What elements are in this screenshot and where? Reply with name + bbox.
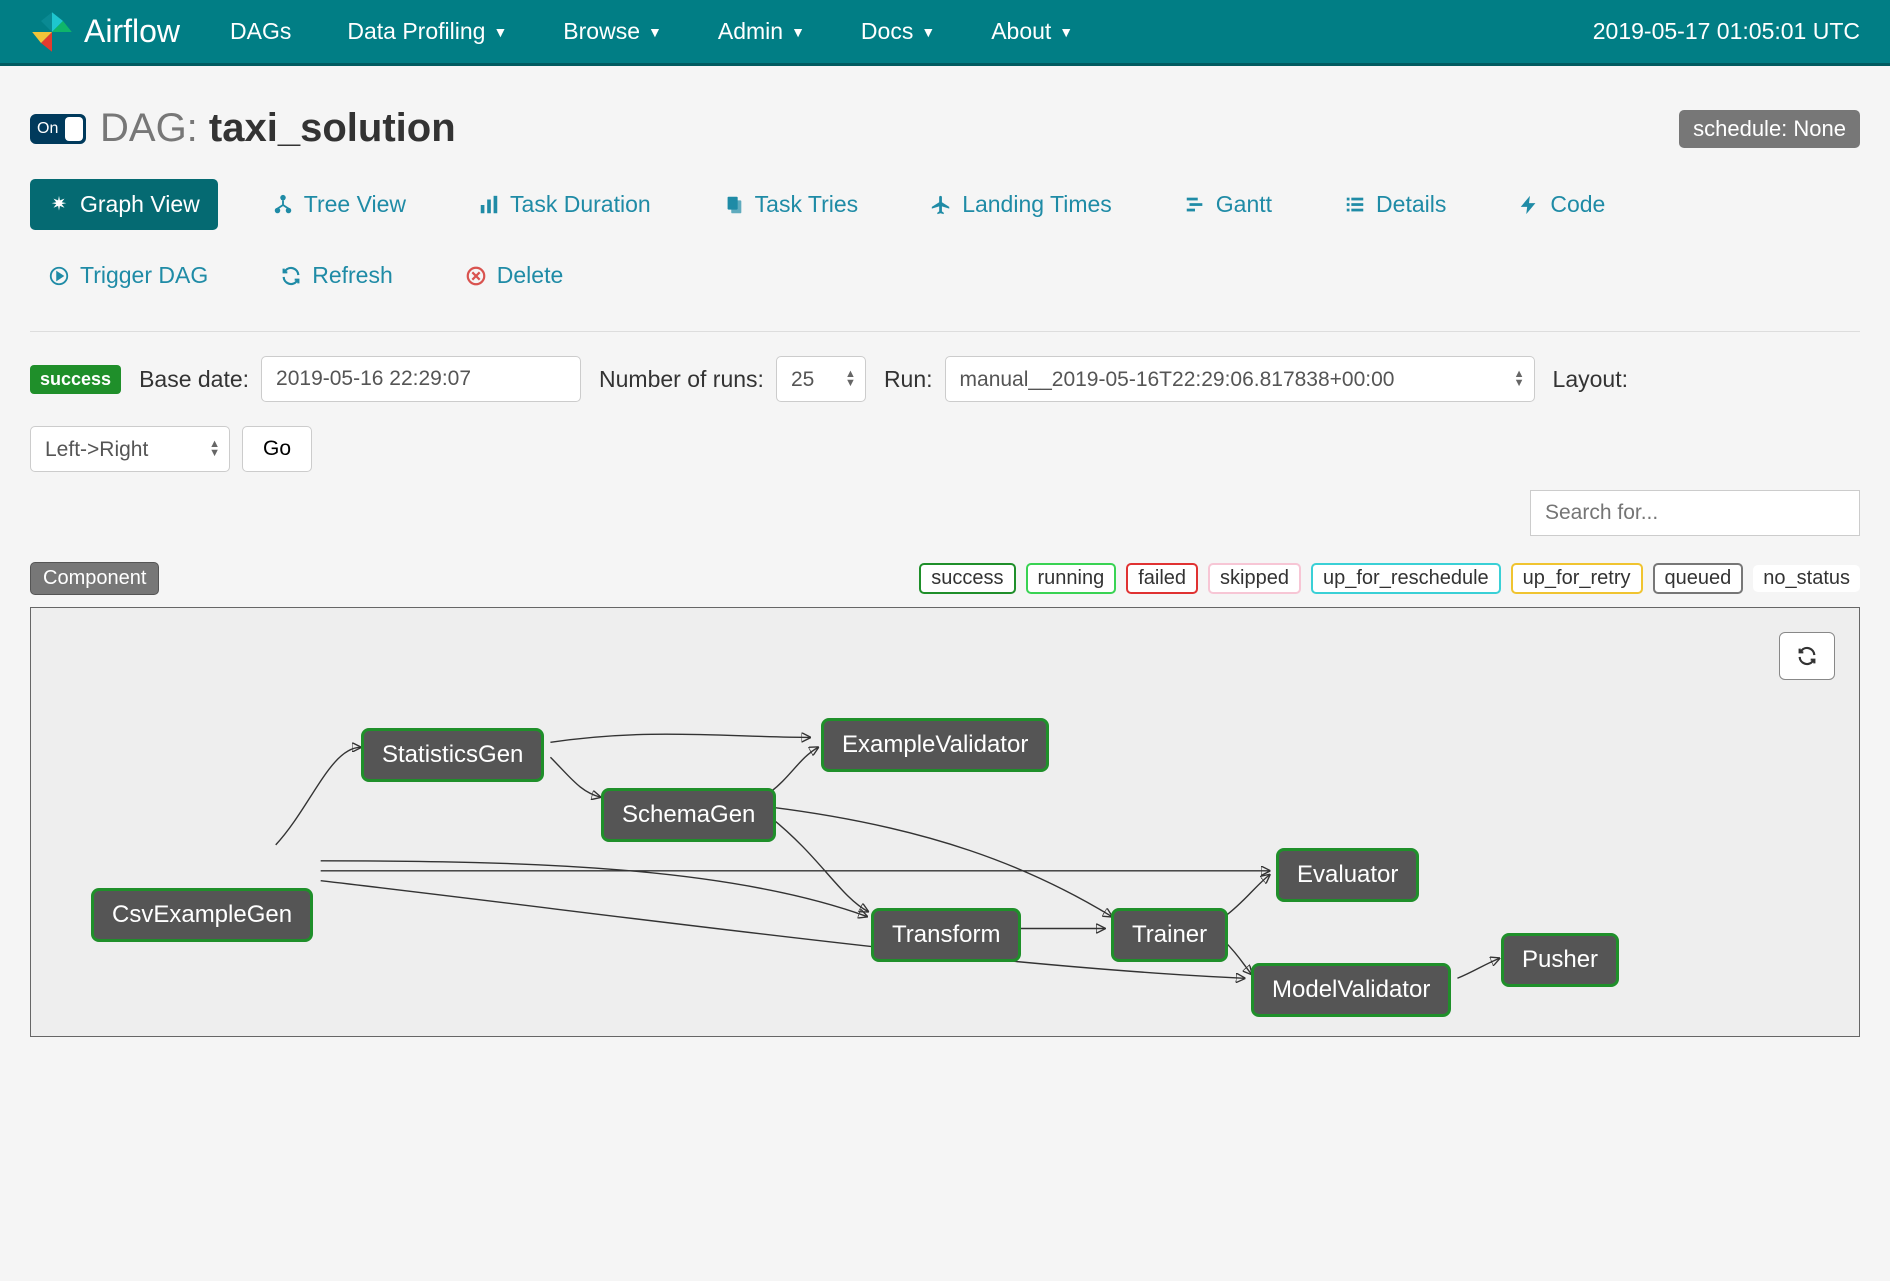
run-select[interactable]: manual__2019-05-16T22:29:06.817838+00:00 bbox=[945, 356, 1535, 402]
tab-landing-times-label: Landing Times bbox=[962, 191, 1112, 218]
action-delete[interactable]: Delete bbox=[447, 250, 581, 301]
tab-graph-view[interactable]: Graph View bbox=[30, 179, 218, 230]
action-trigger-dag-label: Trigger DAG bbox=[80, 262, 208, 289]
chevron-down-icon: ▼ bbox=[493, 24, 507, 40]
action-trigger-dag[interactable]: Trigger DAG bbox=[30, 250, 226, 301]
lightning-icon bbox=[1518, 194, 1540, 216]
view-tabs: Graph View Tree View Task Duration Task … bbox=[30, 179, 1860, 301]
tab-tree-view-label: Tree View bbox=[304, 191, 406, 218]
base-date-label: Base date: bbox=[139, 366, 249, 393]
tab-tree-view[interactable]: Tree View bbox=[254, 179, 424, 230]
nav-data-profiling-label: Data Profiling bbox=[347, 18, 485, 45]
node-pusher[interactable]: Pusher bbox=[1501, 933, 1619, 987]
node-schema-gen[interactable]: SchemaGen bbox=[601, 788, 776, 842]
tree-icon bbox=[272, 194, 294, 216]
chevron-down-icon: ▼ bbox=[1059, 24, 1073, 40]
node-transform[interactable]: Transform bbox=[871, 908, 1021, 962]
tab-task-duration-label: Task Duration bbox=[510, 191, 651, 218]
nav-dags[interactable]: DAGs bbox=[230, 18, 291, 45]
tab-details[interactable]: Details bbox=[1326, 179, 1464, 230]
node-example-validator[interactable]: ExampleValidator bbox=[821, 718, 1049, 772]
node-trainer[interactable]: Trainer bbox=[1111, 908, 1228, 962]
nav-admin-label: Admin bbox=[718, 18, 783, 45]
dag-toggle-on[interactable]: On bbox=[30, 114, 86, 144]
nav-about-label: About bbox=[991, 18, 1051, 45]
files-icon bbox=[723, 194, 745, 216]
dag-toggle-label: On bbox=[37, 120, 58, 138]
nav-docs[interactable]: Docs ▼ bbox=[861, 18, 935, 45]
divider bbox=[30, 331, 1860, 332]
nav-dags-label: DAGs bbox=[230, 18, 291, 45]
operator-legend-component: Component bbox=[30, 562, 159, 595]
gantt-icon bbox=[1184, 194, 1206, 216]
go-button[interactable]: Go bbox=[242, 426, 312, 472]
brand-text: Airflow bbox=[84, 13, 180, 50]
navbar-clock: 2019-05-17 01:05:01 UTC bbox=[1593, 18, 1860, 45]
refresh-icon bbox=[280, 265, 302, 287]
legend-no-status[interactable]: no_status bbox=[1753, 565, 1860, 592]
schedule-badge: schedule: None bbox=[1679, 110, 1860, 148]
legend-up-for-reschedule[interactable]: up_for_reschedule bbox=[1311, 563, 1501, 594]
tab-task-duration[interactable]: Task Duration bbox=[460, 179, 669, 230]
node-model-validator[interactable]: ModelValidator bbox=[1251, 963, 1451, 1017]
tab-task-tries[interactable]: Task Tries bbox=[705, 179, 877, 230]
num-runs-select[interactable]: 25 bbox=[776, 356, 866, 402]
page-title: DAG: taxi_solution bbox=[100, 106, 456, 151]
node-statistics-gen[interactable]: StatisticsGen bbox=[361, 728, 544, 782]
node-csv-example-gen[interactable]: CsvExampleGen bbox=[91, 888, 313, 942]
legend-skipped[interactable]: skipped bbox=[1208, 563, 1301, 594]
legend-success[interactable]: success bbox=[919, 563, 1015, 594]
layout-label: Layout: bbox=[1553, 366, 1628, 393]
nav-about[interactable]: About ▼ bbox=[991, 18, 1073, 45]
action-refresh-label: Refresh bbox=[312, 262, 393, 289]
dag-name: taxi_solution bbox=[209, 106, 456, 150]
nav-docs-label: Docs bbox=[861, 18, 913, 45]
nav-data-profiling[interactable]: Data Profiling ▼ bbox=[347, 18, 507, 45]
run-status-badge: success bbox=[30, 365, 121, 394]
dag-prefix: DAG: bbox=[100, 106, 198, 150]
chevron-down-icon: ▼ bbox=[921, 24, 935, 40]
plane-icon bbox=[930, 194, 952, 216]
run-label: Run: bbox=[884, 366, 933, 393]
graph-canvas[interactable]: CsvExampleGen StatisticsGen SchemaGen Ex… bbox=[30, 607, 1860, 1037]
tab-task-tries-label: Task Tries bbox=[755, 191, 859, 218]
list-icon bbox=[1344, 194, 1366, 216]
nav-admin[interactable]: Admin ▼ bbox=[718, 18, 805, 45]
dag-header: On DAG: taxi_solution schedule: None bbox=[30, 106, 1860, 151]
legend-queued[interactable]: queued bbox=[1653, 563, 1744, 594]
chevron-down-icon: ▼ bbox=[648, 24, 662, 40]
tab-details-label: Details bbox=[1376, 191, 1446, 218]
nav-browse[interactable]: Browse ▼ bbox=[563, 18, 662, 45]
tab-code-label: Code bbox=[1550, 191, 1605, 218]
tab-code[interactable]: Code bbox=[1500, 179, 1623, 230]
delete-circle-icon bbox=[465, 265, 487, 287]
action-refresh[interactable]: Refresh bbox=[262, 250, 411, 301]
play-circle-icon bbox=[48, 265, 70, 287]
tab-graph-view-label: Graph View bbox=[80, 191, 200, 218]
num-runs-label: Number of runs: bbox=[599, 366, 764, 393]
top-navbar: Airflow DAGs Data Profiling ▼ Browse ▼ A… bbox=[0, 0, 1890, 66]
node-evaluator[interactable]: Evaluator bbox=[1276, 848, 1419, 902]
legend-row: Component success running failed skipped… bbox=[30, 562, 1860, 595]
legend-running[interactable]: running bbox=[1026, 563, 1117, 594]
search-input[interactable] bbox=[1530, 490, 1860, 536]
asterisk-icon bbox=[48, 194, 70, 216]
pinwheel-icon bbox=[30, 10, 74, 54]
tab-gantt-label: Gantt bbox=[1216, 191, 1272, 218]
tab-landing-times[interactable]: Landing Times bbox=[912, 179, 1130, 230]
base-date-input[interactable] bbox=[261, 356, 581, 402]
legend-up-for-retry[interactable]: up_for_retry bbox=[1511, 563, 1643, 594]
action-delete-label: Delete bbox=[497, 262, 563, 289]
tab-gantt[interactable]: Gantt bbox=[1166, 179, 1290, 230]
layout-select[interactable]: Left->Right bbox=[30, 426, 230, 472]
controls-row: success Base date: Number of runs: 25 ▲▼… bbox=[30, 356, 1860, 472]
chevron-down-icon: ▼ bbox=[791, 24, 805, 40]
nav-browse-label: Browse bbox=[563, 18, 640, 45]
bar-chart-icon bbox=[478, 194, 500, 216]
brand-logo[interactable]: Airflow bbox=[30, 10, 180, 54]
legend-failed[interactable]: failed bbox=[1126, 563, 1198, 594]
